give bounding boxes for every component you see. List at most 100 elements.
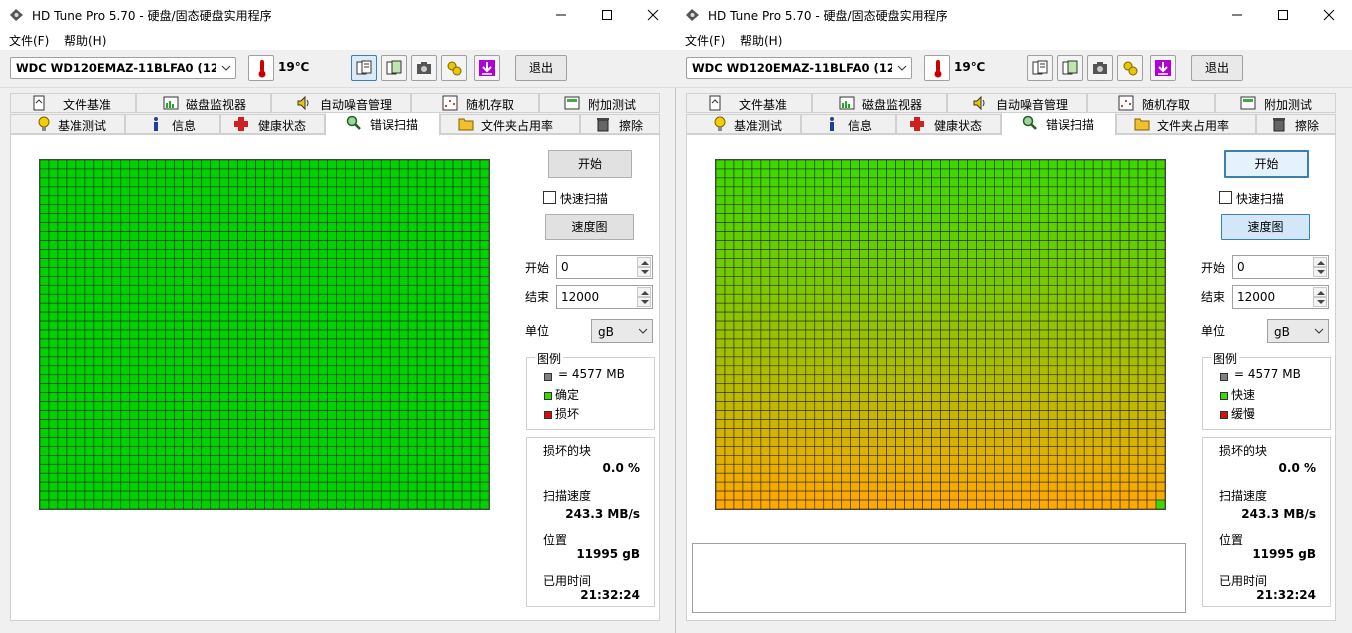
- copy-image-button[interactable]: [1057, 55, 1083, 81]
- maximize-button[interactable]: [1260, 0, 1306, 30]
- scan-block: [461, 222, 472, 232]
- drive-select[interactable]: WDC WD120EMAZ-11BLFA0 (12000 gB): [686, 57, 912, 79]
- scan-block: [380, 401, 391, 411]
- unit-select[interactable]: gB: [591, 319, 653, 343]
- scan-block: [120, 231, 131, 241]
- save-button[interactable]: [1150, 55, 1176, 81]
- options-button[interactable]: [441, 55, 467, 81]
- start-button[interactable]: 开始: [548, 150, 632, 178]
- scan-block: [102, 258, 113, 268]
- options-button[interactable]: [1117, 55, 1143, 81]
- scan-block: [1029, 168, 1040, 179]
- minimize-button[interactable]: [538, 0, 584, 30]
- screenshot-button[interactable]: [1087, 55, 1113, 81]
- menu-help[interactable]: 帮助(H): [740, 32, 782, 49]
- spin-down-button[interactable]: [1313, 267, 1327, 277]
- scan-block: [138, 481, 149, 492]
- tab-error-scan[interactable]: 错误扫描: [325, 112, 440, 136]
- start-button[interactable]: 开始: [1224, 150, 1309, 178]
- scan-block: [1074, 392, 1085, 402]
- scan-block: [407, 437, 418, 447]
- scan-block: [985, 249, 995, 259]
- tab-erase[interactable]: 擦除: [580, 114, 660, 134]
- close-button[interactable]: [1306, 0, 1352, 30]
- scan-block: [877, 258, 887, 268]
- maximize-button[interactable]: [584, 0, 630, 30]
- copy-image-button[interactable]: [381, 55, 407, 81]
- quick-scan-checkbox[interactable]: [543, 191, 556, 204]
- scan-block: [479, 267, 489, 277]
- scan-block: [832, 284, 843, 295]
- scan-block: [1083, 284, 1094, 295]
- menu-file[interactable]: 文件(F): [9, 32, 49, 49]
- end-position-stepper[interactable]: 12000: [556, 285, 653, 309]
- scan-block: [994, 356, 1004, 367]
- tab-health[interactable]: 健康状态: [220, 114, 325, 134]
- tab-extra-tests[interactable]: 附加测试: [1215, 93, 1336, 113]
- scan-block: [796, 472, 807, 483]
- menu-help[interactable]: 帮助(H): [64, 32, 106, 49]
- spin-up-button[interactable]: [1313, 257, 1327, 267]
- speed-map-button[interactable]: 速度图: [545, 214, 634, 240]
- scan-block: [353, 455, 364, 465]
- scan-block: [760, 186, 771, 197]
- menu-file[interactable]: 文件(F): [685, 32, 725, 49]
- spin-up-button[interactable]: [637, 287, 651, 297]
- speed-map-button[interactable]: 速度图: [1221, 214, 1310, 240]
- unit-select[interactable]: gB: [1267, 319, 1329, 343]
- exit-button[interactable]: 退出: [515, 55, 567, 81]
- tab-disk-monitor[interactable]: 磁盘监视器: [812, 93, 947, 113]
- tab-health[interactable]: 健康状态: [896, 114, 1001, 134]
- scan-block: [1012, 356, 1022, 367]
- tab-error-scan[interactable]: 错误扫描: [1001, 112, 1116, 136]
- tab-folder-usage[interactable]: 文件夹占用率: [440, 114, 580, 134]
- scan-block: [192, 204, 202, 214]
- scan-block: [940, 168, 950, 179]
- tab-folder-usage[interactable]: 文件夹占用率: [1116, 114, 1256, 134]
- scan-block: [850, 329, 860, 340]
- drive-select[interactable]: WDC WD120EMAZ-11BLFA0 (12000 gB): [10, 57, 236, 79]
- tab-benchmark[interactable]: 基准测试: [686, 114, 801, 134]
- tab-extra-tests[interactable]: 附加测试: [539, 93, 660, 113]
- scan-block: [913, 428, 923, 438]
- spin-down-button[interactable]: [637, 297, 651, 307]
- tab-disk-monitor[interactable]: 磁盘监视器: [136, 93, 271, 113]
- scan-block: [470, 472, 481, 483]
- quick-scan-checkbox[interactable]: [1219, 191, 1232, 204]
- start-position-stepper[interactable]: 0: [1232, 255, 1329, 279]
- spin-down-button[interactable]: [637, 267, 651, 277]
- close-button[interactable]: [630, 0, 676, 30]
- scan-block: [398, 499, 409, 509]
- tab-file-benchmark[interactable]: 文件基准: [10, 93, 136, 113]
- end-position-stepper[interactable]: 12000: [1232, 285, 1329, 309]
- spin-up-button[interactable]: [637, 257, 651, 267]
- spin-down-button[interactable]: [1313, 297, 1327, 307]
- scan-block: [282, 320, 292, 331]
- tab-info[interactable]: 信息: [125, 114, 220, 134]
- scan-block: [156, 231, 167, 241]
- tab-random-access[interactable]: 随机存取: [1087, 93, 1215, 113]
- tab-aam[interactable]: 自动噪音管理: [271, 93, 411, 113]
- copy-text-button[interactable]: [1027, 55, 1053, 81]
- tab-file-benchmark[interactable]: 文件基准: [686, 93, 812, 113]
- start-position-stepper[interactable]: 0: [556, 255, 653, 279]
- tab-info[interactable]: 信息: [801, 114, 896, 134]
- scan-block: [264, 446, 274, 456]
- tab-aam[interactable]: 自动噪音管理: [947, 93, 1087, 113]
- exit-button[interactable]: 退出: [1191, 55, 1243, 81]
- scan-block: [138, 267, 149, 277]
- tab-random-access[interactable]: 随机存取: [411, 93, 539, 113]
- spin-up-button[interactable]: [1313, 287, 1327, 297]
- screenshot-button[interactable]: [411, 55, 437, 81]
- scan-block: [237, 195, 247, 206]
- scan-block: [138, 365, 149, 376]
- minimize-button[interactable]: [1214, 0, 1260, 30]
- scan-block: [75, 428, 86, 438]
- save-button[interactable]: [474, 55, 500, 81]
- copy-text-button[interactable]: [351, 55, 377, 81]
- scan-block: [353, 276, 364, 286]
- scan-block: [877, 455, 887, 465]
- tab-benchmark[interactable]: 基准测试: [10, 114, 125, 134]
- tab-erase[interactable]: 擦除: [1256, 114, 1336, 134]
- scan-block: [425, 267, 436, 277]
